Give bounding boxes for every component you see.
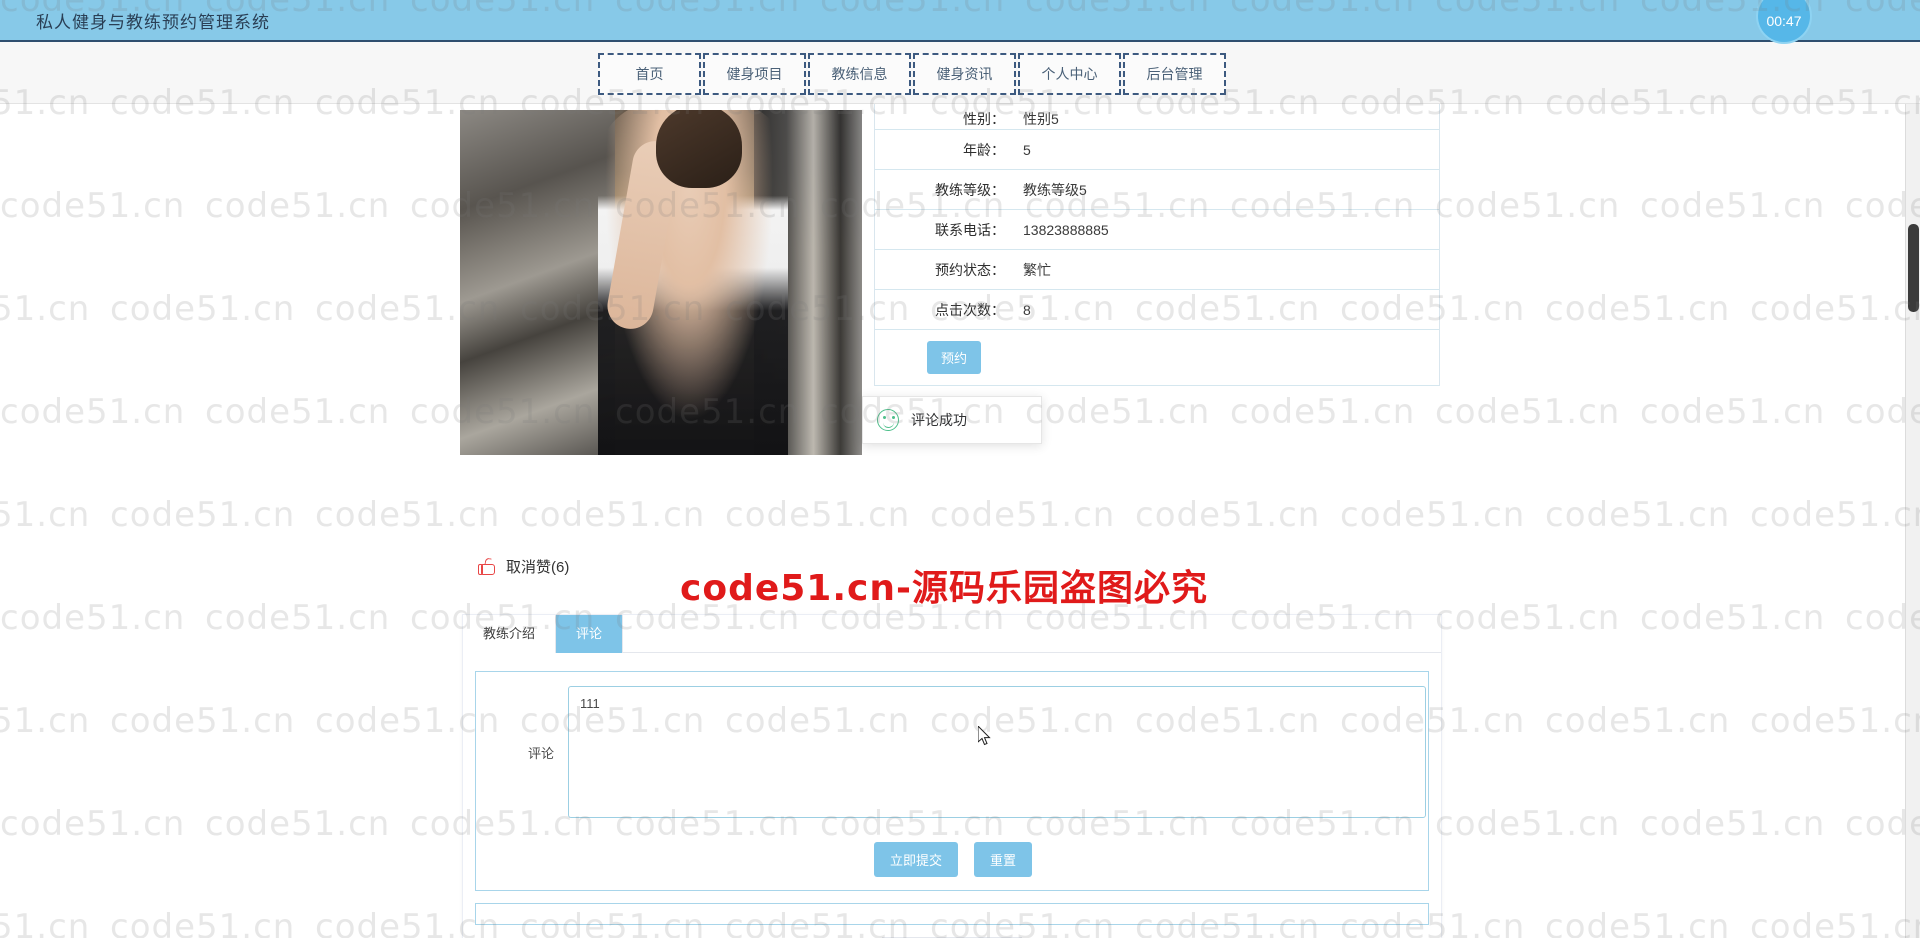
nav-item-coaches[interactable]: 教练信息 <box>808 53 911 95</box>
photo-machines-layer <box>460 110 615 455</box>
nav-list: 首页 健身项目 教练信息 健身资讯 个人中心 后台管理 <box>598 53 1228 95</box>
info-value-phone: 13823888885 <box>1023 221 1109 238</box>
app-title: 私人健身与教练预约管理系统 <box>36 13 270 32</box>
thumbs-up-icon <box>478 557 497 576</box>
smiley-icon <box>877 409 899 431</box>
page-body: 性别： 性别5 年龄： 5 教练等级： 教练等级5 联系电话： 13823888… <box>0 104 1920 938</box>
tab-coach-intro[interactable]: 教练介绍 <box>463 615 557 653</box>
info-value-level: 教练等级5 <box>1023 181 1087 198</box>
scrollbar-thumb[interactable] <box>1908 224 1919 312</box>
comment-form: 评论 立即提交 重置 <box>475 671 1429 891</box>
info-row-gender: 性别： 性别5 <box>875 104 1439 130</box>
info-label-age: 年龄： <box>963 141 1005 158</box>
like-label: 取消赞(6) <box>506 559 570 576</box>
nav-item-programs[interactable]: 健身项目 <box>703 53 806 95</box>
tab-comments[interactable]: 评论 <box>556 615 624 653</box>
info-value-gender: 性别5 <box>1023 111 1059 127</box>
book-button[interactable]: 预约 <box>927 341 982 374</box>
info-row-age: 年龄： 5 <box>875 130 1439 170</box>
comment-field-row: 评论 <box>476 686 1430 818</box>
vertical-scrollbar[interactable] <box>1905 104 1920 938</box>
comment-list-empty <box>475 903 1429 925</box>
info-row-clicks: 点击次数： 8 <box>875 290 1439 330</box>
nav-item-admin[interactable]: 后台管理 <box>1123 53 1226 95</box>
info-row-status: 预约状态： 繁忙 <box>875 250 1439 290</box>
info-row-actions: 预约 <box>875 330 1439 386</box>
comment-label: 评论 <box>527 745 554 761</box>
comment-input[interactable] <box>568 686 1426 818</box>
main-navbar: 首页 健身项目 教练信息 健身资讯 个人中心 后台管理 <box>0 42 1920 104</box>
photo-hair-layer <box>656 110 742 188</box>
info-value-status: 繁忙 <box>1023 261 1051 278</box>
reset-button[interactable]: 重置 <box>974 842 1033 877</box>
info-value-age: 5 <box>1023 141 1031 158</box>
submit-button[interactable]: 立即提交 <box>873 842 958 877</box>
nav-item-news[interactable]: 健身资讯 <box>913 53 1016 95</box>
app-header: 私人健身与教练预约管理系统 <box>0 0 1920 42</box>
nav-item-home[interactable]: 首页 <box>598 53 701 95</box>
nav-item-profile[interactable]: 个人中心 <box>1018 53 1121 95</box>
info-label-clicks: 点击次数： <box>935 301 1005 318</box>
comment-form-actions: 立即提交 重置 <box>476 842 1430 877</box>
tabs-header: 教练介绍 评论 <box>463 615 1441 653</box>
like-button[interactable]: 取消赞(6) <box>478 556 569 577</box>
toast-message: 评论成功 <box>911 412 967 428</box>
info-value-clicks: 8 <box>1023 301 1031 318</box>
coach-photo <box>460 110 862 455</box>
info-label-gender: 性别： <box>963 111 1005 127</box>
info-label-level: 教练等级： <box>935 181 1005 198</box>
info-label-status: 预约状态： <box>935 261 1005 278</box>
info-row-phone: 联系电话： 13823888885 <box>875 210 1439 250</box>
watermark-stamp: code51.cn-源码乐园盗图必究 <box>680 568 1208 609</box>
toast-notification: 评论成功 <box>862 396 1042 444</box>
coach-tabs-card: 教练介绍 评论 评论 立即提交 重置 上一页 下一页 <box>462 614 1442 938</box>
info-label-phone: 联系电话： <box>935 221 1005 238</box>
coach-info-table: 性别： 性别5 年龄： 5 教练等级： 教练等级5 联系电话： 13823888… <box>874 104 1440 386</box>
info-row-level: 教练等级： 教练等级5 <box>875 170 1439 210</box>
